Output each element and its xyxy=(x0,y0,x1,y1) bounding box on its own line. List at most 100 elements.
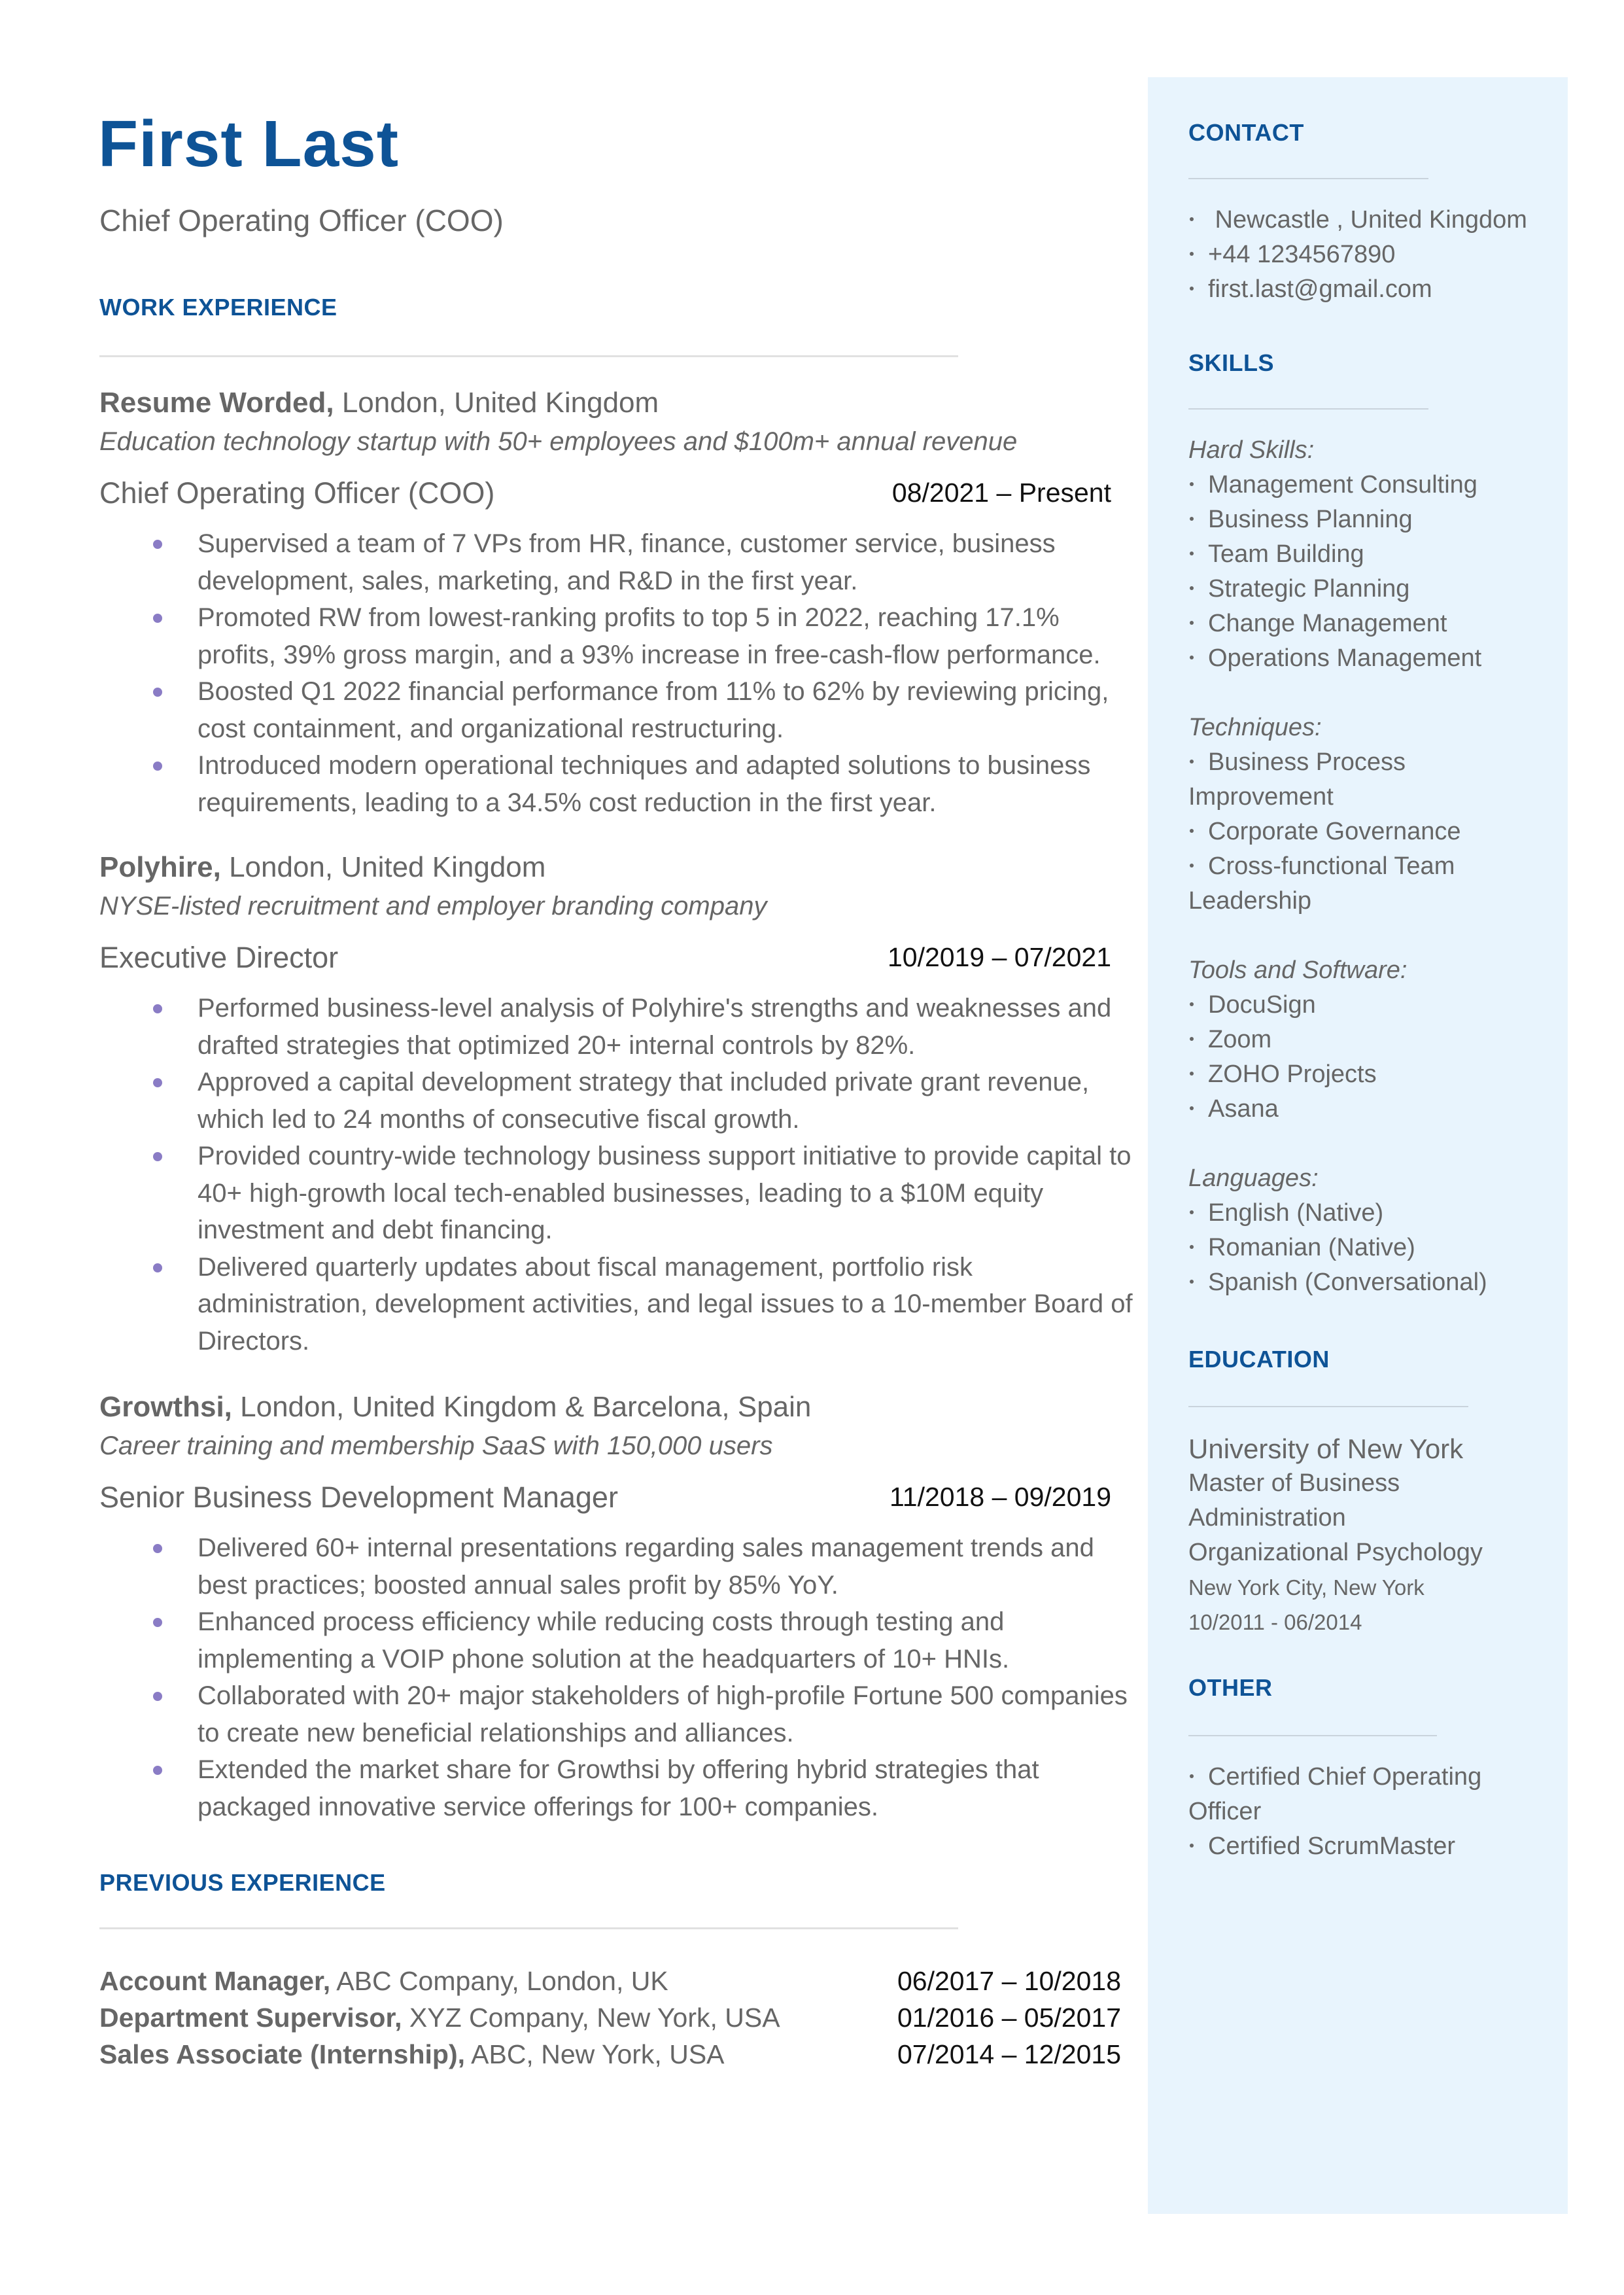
job-company: Growthsi, xyxy=(99,1391,232,1423)
job-dates: 10/2019 – 07/2021 xyxy=(888,942,1111,972)
job-dates: 11/2018 – 09/2019 xyxy=(890,1482,1111,1512)
education-location: New York City, New York xyxy=(1188,1575,1425,1600)
list-item: Extended the market share for Growthsi b… xyxy=(153,1751,1139,1825)
bullet-dot-icon xyxy=(153,688,162,697)
section-heading-skills: SKILLS xyxy=(1188,349,1275,376)
section-divider xyxy=(99,355,958,357)
list-item: ZOHO Projects xyxy=(1188,1057,1542,1092)
bullet-dot-icon xyxy=(153,1263,162,1272)
section-divider xyxy=(1188,1406,1468,1407)
candidate-title: Chief Operating Officer (COO) xyxy=(99,203,504,237)
list-item: Supervised a team of 7 VPs from HR, fina… xyxy=(153,525,1139,599)
previous-role-dates: 07/2014 – 12/2015 xyxy=(897,2039,1121,2069)
previous-role-dates: 06/2017 – 10/2018 xyxy=(897,1966,1121,1996)
bullet-dot-icon xyxy=(1190,1036,1194,1041)
bullet-dot-icon xyxy=(1190,1210,1194,1214)
previous-role: Account Manager, xyxy=(99,1966,331,1996)
contact-phone: +44 1234567890 xyxy=(1188,237,1527,272)
bullet-dot-icon xyxy=(1190,586,1194,590)
skill-list-techniques: Business Process Improvement Corporate G… xyxy=(1188,745,1542,919)
bullet-dot-icon xyxy=(153,1766,162,1775)
previous-role-detail: ABC, New York, USA xyxy=(465,2039,725,2069)
skill-group-label: Hard Skills: xyxy=(1188,436,1315,464)
previous-role-detail: ABC Company, London, UK xyxy=(330,1966,668,1996)
list-item: Management Consulting xyxy=(1188,468,1542,502)
job-role: Executive Director xyxy=(99,941,339,974)
bullet-dot-icon xyxy=(1190,759,1194,763)
list-item: Introduced modern operational techniques… xyxy=(153,747,1139,821)
bullet-dot-icon xyxy=(1190,863,1194,867)
education-school: University of New York xyxy=(1188,1433,1464,1464)
job-bullets: Delivered 60+ internal presentations reg… xyxy=(153,1530,1139,1825)
list-item: Promoted RW from lowest-ranking profits … xyxy=(153,599,1139,673)
previous-experience-row: Account Manager, ABC Company, London, UK… xyxy=(99,1963,1121,1999)
list-item: Enhanced process efficiency while reduci… xyxy=(153,1603,1139,1677)
bullet-dot-icon xyxy=(1190,1002,1194,1006)
job-location: London, United Kingdom & Barcelona, Spai… xyxy=(232,1391,812,1423)
section-heading-work-experience: WORK EXPERIENCE xyxy=(99,294,337,321)
contact-list: Newcastle , United Kingdom +44 123456789… xyxy=(1188,203,1527,307)
section-heading-previous-experience: PREVIOUS EXPERIENCE xyxy=(99,1869,386,1896)
list-item: Spanish (Conversational) xyxy=(1188,1265,1542,1300)
job-location: London, United Kingdom xyxy=(334,387,659,419)
bullet-dot-icon xyxy=(1190,1279,1194,1284)
list-item: Provided country-wide technology busines… xyxy=(153,1138,1139,1249)
bullet-dot-icon xyxy=(1190,516,1194,521)
list-item: Cross-functional Team Leadership xyxy=(1188,852,1455,915)
list-item: Operations Management xyxy=(1188,641,1542,676)
job-company: Resume Worded, xyxy=(99,387,334,419)
list-item: Strategic Planning xyxy=(1188,572,1542,606)
section-divider xyxy=(1188,408,1428,410)
job-company-description: NYSE-listed recruitment and employer bra… xyxy=(99,892,767,920)
previous-role: Department Supervisor, xyxy=(99,2003,402,2033)
bullet-dot-icon xyxy=(1190,620,1194,625)
job-role: Chief Operating Officer (COO) xyxy=(99,476,495,510)
skills-groups: Hard Skills: Management Consulting Busin… xyxy=(1188,433,1542,1300)
contact-location: Newcastle , United Kingdom xyxy=(1188,203,1527,237)
list-item: Performed business-level analysis of Pol… xyxy=(153,990,1139,1064)
list-item: Collaborated with 20+ major stakeholders… xyxy=(153,1677,1139,1751)
section-heading-contact: CONTACT xyxy=(1188,119,1304,146)
list-item: Delivered 60+ internal presentations reg… xyxy=(153,1530,1139,1603)
section-divider xyxy=(1188,1735,1437,1736)
list-item: Approved a capital development strategy … xyxy=(153,1064,1139,1138)
bullet-dot-icon xyxy=(153,762,162,771)
skill-group-label: Techniques: xyxy=(1188,714,1322,741)
candidate-name: First Last xyxy=(98,107,400,181)
bullet-dot-icon xyxy=(153,614,162,623)
bullet-dot-icon xyxy=(153,1152,162,1161)
job-bullets: Performed business-level analysis of Pol… xyxy=(153,990,1139,1359)
bullet-dot-icon xyxy=(1190,286,1194,290)
list-item: Romanian (Native) xyxy=(1188,1231,1542,1265)
education-field: Organizational Psychology xyxy=(1188,1539,1483,1566)
job-location: London, United Kingdom xyxy=(220,851,546,883)
bullet-dot-icon xyxy=(1190,482,1194,486)
job-company-description: Career training and membership SaaS with… xyxy=(99,1431,773,1460)
bullet-dot-icon xyxy=(153,540,162,549)
previous-role-dates: 01/2016 – 05/2017 xyxy=(897,2003,1121,2033)
bullet-dot-icon xyxy=(1190,1843,1194,1848)
job-company: Polyhire, xyxy=(99,851,221,883)
list-item: Certified Chief Operating Officer xyxy=(1188,1763,1482,1825)
section-heading-other: OTHER xyxy=(1188,1674,1273,1701)
skill-group-label: Tools and Software: xyxy=(1188,956,1408,984)
skill-list-languages: English (Native) Romanian (Native) Spani… xyxy=(1188,1196,1542,1300)
list-item: Boosted Q1 2022 financial performance fr… xyxy=(153,673,1139,747)
other-list: Certified Chief Operating Officer Certif… xyxy=(1188,1760,1515,1864)
education-degree: Master of Business Administration xyxy=(1188,1469,1400,1532)
previous-experience-row: Sales Associate (Internship), ABC, New Y… xyxy=(99,2036,1121,2073)
list-item: Zoom xyxy=(1188,1023,1542,1057)
section-divider xyxy=(99,1927,958,1929)
bullet-dot-icon xyxy=(153,1544,162,1553)
bullet-dot-icon xyxy=(1190,655,1194,659)
bullet-dot-icon xyxy=(1190,1071,1194,1076)
list-item: Team Building xyxy=(1188,537,1542,572)
list-item: Asana xyxy=(1188,1092,1542,1127)
job-company-line: Polyhire, London, United Kingdom xyxy=(99,850,545,885)
bullet-dot-icon xyxy=(1190,217,1194,221)
list-item: Business Process Improvement xyxy=(1188,748,1406,811)
bullet-dot-icon xyxy=(153,1692,162,1701)
contact-email[interactable]: first.last@gmail.com xyxy=(1188,272,1527,307)
previous-role-detail: XYZ Company, New York, USA xyxy=(402,2003,780,2033)
list-item: English (Native) xyxy=(1188,1196,1542,1231)
